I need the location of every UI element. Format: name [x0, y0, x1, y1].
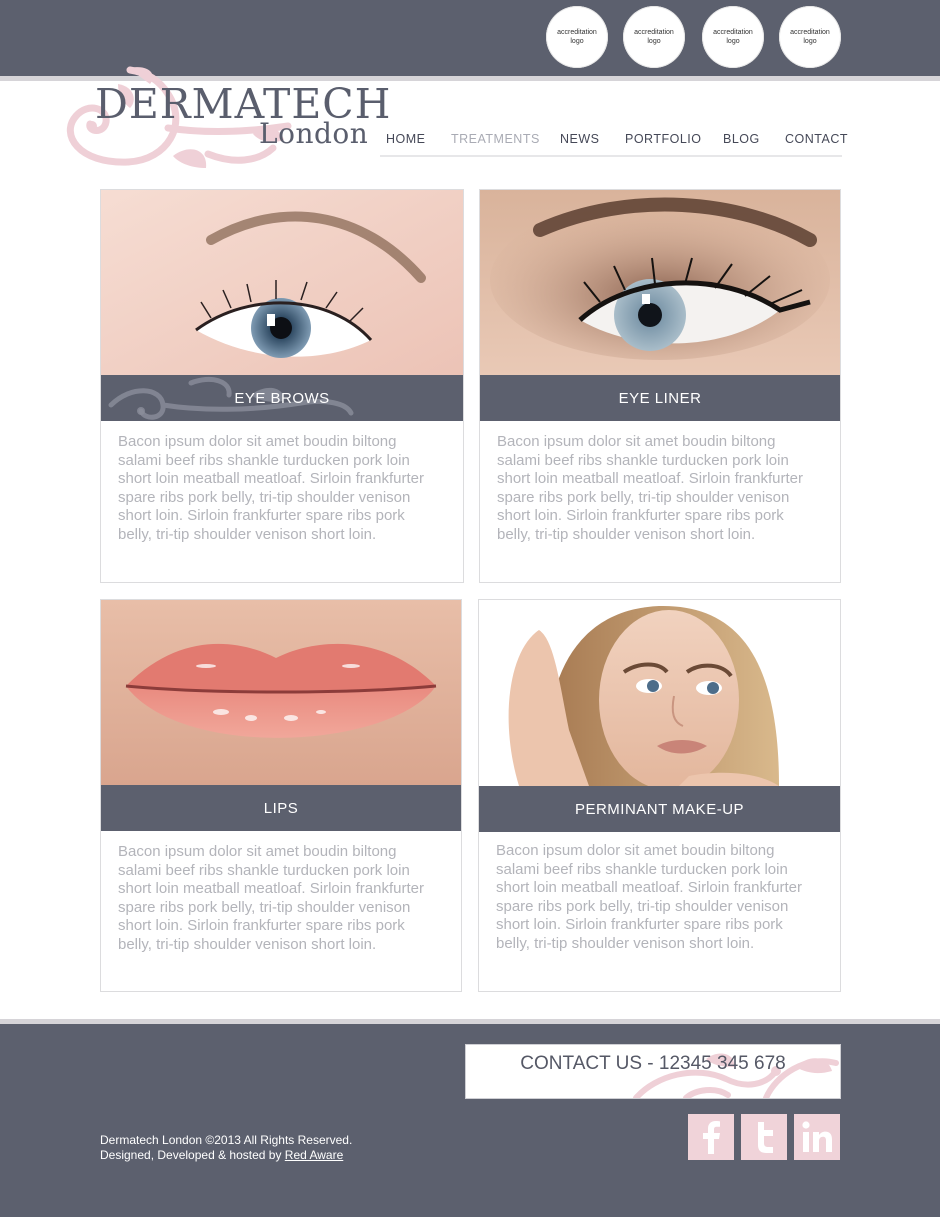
lips-photo — [101, 600, 461, 786]
nav-portfolio[interactable]: PORTFOLIO — [625, 132, 702, 146]
eyebrows-title-band: EYE BROWS — [101, 375, 463, 421]
accreditation-logo-text: accreditation logo — [557, 29, 597, 45]
accreditation-logo: accreditation logo — [623, 6, 685, 68]
accreditation-logo-text: accreditation logo — [634, 29, 674, 45]
nav-blog[interactable]: BLOG — [723, 132, 760, 146]
treatment-card-lips[interactable]: LIPS Bacon ipsum dolor sit amet boudin b… — [100, 599, 462, 992]
nav-underline — [380, 155, 842, 157]
nav-home[interactable]: HOME — [386, 132, 426, 146]
credit-prefix: Designed, Developed & hosted by — [100, 1148, 285, 1162]
main-nav: HOME TREATMENTS NEWS PORTFOLIO BLOG CONT… — [380, 132, 848, 156]
twitter-button[interactable] — [741, 1114, 787, 1160]
card-description: Bacon ipsum dolor sit amet boudin bilton… — [118, 433, 424, 543]
nav-news[interactable]: NEWS — [560, 132, 600, 146]
makeup-title-band: PERMINANT MAKE-UP — [479, 786, 840, 832]
linkedin-icon — [802, 1121, 832, 1152]
nav-treatments[interactable]: TREATMENTS — [451, 132, 540, 146]
accreditation-logo: accreditation logo — [702, 6, 764, 68]
card-description: Bacon ipsum dolor sit amet boudin bilton… — [497, 433, 803, 543]
accreditation-logo-text: accreditation logo — [713, 29, 753, 45]
linkedin-button[interactable] — [794, 1114, 840, 1160]
card-title: LIPS — [263, 799, 299, 817]
copyright-line: Dermatech London ©2013 All Rights Reserv… — [100, 1133, 353, 1147]
contact-us-box[interactable]: CONTACT US - 12345 345 678 — [465, 1044, 841, 1099]
card-description: Bacon ipsum dolor sit amet boudin bilton… — [118, 843, 424, 953]
card-title: PERMINANT MAKE-UP — [574, 800, 745, 818]
contact-phone: CONTACT US - 12345 345 678 — [520, 1053, 786, 1074]
eyeliner-title-band: EYE LINER — [480, 375, 840, 421]
logo-subtitle[interactable]: London — [259, 116, 368, 152]
copyright-text: Dermatech London ©2013 All Rights Reserv… — [100, 1133, 352, 1163]
credit-line: Designed, Developed & hosted by Red Awar… — [100, 1148, 352, 1163]
accreditation-logo-text: accreditation logo — [790, 29, 830, 45]
card-title: EYE LINER — [618, 389, 702, 407]
treatment-card-eyebrows[interactable]: EYE BROWS Bacon ipsum dolor sit amet bou… — [100, 189, 464, 583]
accreditation-logo: accreditation logo — [779, 6, 841, 68]
nav-contact[interactable]: CONTACT — [785, 132, 848, 146]
twitter-icon — [758, 1122, 773, 1153]
red-aware-link[interactable]: Red Aware — [285, 1148, 343, 1162]
card-description: Bacon ipsum dolor sit amet boudin bilton… — [496, 842, 802, 952]
accreditation-logo: accreditation logo — [546, 6, 608, 68]
facebook-icon — [703, 1121, 720, 1154]
treatment-card-permanent-makeup[interactable]: PERMINANT MAKE-UP Bacon ipsum dolor sit … — [478, 599, 841, 992]
facebook-button[interactable] — [688, 1114, 734, 1160]
eyeliner-photo — [480, 190, 840, 376]
treatment-card-eyeliner[interactable]: EYE LINER Bacon ipsum dolor sit amet bou… — [479, 189, 841, 583]
makeup-model-photo — [479, 600, 840, 786]
card-title: EYE BROWS — [234, 389, 330, 407]
lips-title-band: LIPS — [101, 785, 461, 831]
eyebrows-photo — [101, 190, 463, 376]
